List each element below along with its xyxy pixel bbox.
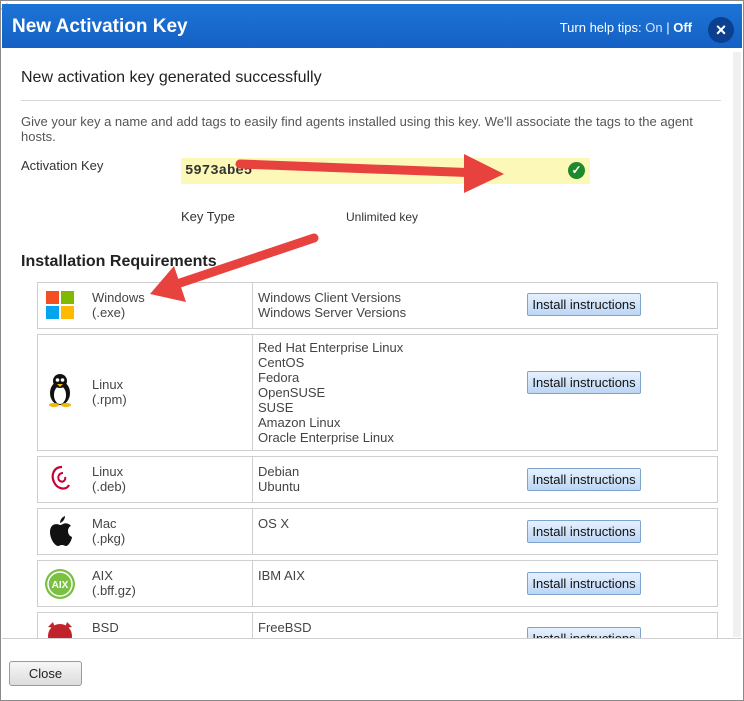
close-icon[interactable]: × [708, 17, 734, 43]
column-divider [252, 457, 253, 502]
success-message: New activation key generated successfull… [21, 69, 322, 86]
description-text: Give your key a name and add tags to eas… [21, 114, 693, 144]
platform-row-aix: AIX AIX (.bff.gz) IBM AIX Install instru… [37, 560, 718, 607]
platform-icon-cell: AIX [38, 561, 88, 606]
platform-icon-cell [38, 613, 88, 638]
platform-icon-cell [38, 457, 88, 502]
install-instructions-button[interactable]: Install instructions [527, 627, 641, 638]
dialog-content: New activation key generated successfull… [2, 48, 742, 638]
platform-name: Mac (.pkg) [92, 516, 126, 546]
activation-key-field[interactable]: 5973abe5 ✓ [181, 158, 590, 184]
platform-icon-cell [38, 509, 88, 554]
platform-name: Linux (.deb) [92, 464, 126, 494]
key-type-value: Unlimited key [346, 210, 419, 224]
install-instructions-button[interactable]: Install instructions [527, 371, 641, 394]
column-divider [252, 613, 253, 638]
install-instructions-button[interactable]: Install instructions [527, 468, 641, 491]
help-tips-label: Turn help tips: [559, 20, 642, 35]
dialog-window: ✥ New Activation Key Turn help tips: On … [0, 0, 744, 701]
activation-key-value: 5973abe5 [185, 163, 253, 179]
platform-name: BSD [92, 620, 119, 635]
column-divider [252, 561, 253, 606]
divider [21, 100, 721, 101]
platform-row-bsd: BSD FreeBSD Install instructions [37, 612, 718, 638]
platform-versions: Debian Ubuntu [258, 464, 300, 494]
bsd-icon [48, 622, 72, 638]
check-icon: ✓ [568, 162, 585, 179]
apple-icon [50, 516, 72, 546]
tux-icon [49, 374, 71, 407]
install-instructions-button[interactable]: Install instructions [527, 293, 641, 316]
platform-versions: OS X [258, 516, 290, 531]
dialog-title: New Activation Key [12, 16, 188, 37]
platform-row-mac: Mac (.pkg) OS X Install instructions [37, 508, 718, 555]
platform-row-linux-deb: Linux (.deb) Debian Ubuntu Install instr… [37, 456, 718, 503]
svg-text:AIX: AIX [52, 580, 69, 591]
platform-name: Linux (.rpm) [92, 377, 127, 407]
activation-key-label: Activation Key [21, 158, 104, 173]
help-tips-toggle: Turn help tips: On | Off [560, 20, 692, 35]
help-tips-on-link[interactable]: On [645, 20, 662, 35]
platform-versions: Windows Client Versions Windows Server V… [258, 290, 407, 320]
platform-versions: IBM AIX [258, 568, 305, 583]
column-divider [252, 335, 253, 450]
help-tips-separator: | [666, 20, 670, 35]
column-divider [252, 509, 253, 554]
requirements-heading: Installation Requirements [21, 253, 217, 270]
key-type-label: Key Type [181, 209, 235, 224]
column-divider [252, 283, 253, 328]
platform-versions: FreeBSD [258, 620, 312, 635]
platform-name: AIX (.bff.gz) [92, 568, 136, 598]
platform-versions: Red Hat Enterprise Linux CentOS Fedora O… [258, 340, 404, 445]
platform-row-windows: Windows (.exe) Windows Client Versions W… [37, 282, 718, 329]
debian-icon [51, 465, 70, 490]
platform-row-linux-rpm: Linux (.rpm) Red Hat Enterprise Linux Ce… [37, 334, 718, 451]
aix-icon: AIX [45, 569, 75, 599]
close-button[interactable]: Close [9, 661, 82, 686]
platform-icon-cell [38, 335, 88, 450]
windows-icon [46, 291, 74, 319]
help-tips-off-link[interactable]: Off [673, 20, 692, 35]
platform-name: Windows (.exe) [92, 290, 145, 320]
dialog-titlebar: New Activation Key Turn help tips: On | … [2, 4, 742, 48]
platform-icon-cell [38, 283, 88, 328]
vertical-scrollbar[interactable] [733, 52, 741, 637]
footer-divider [2, 638, 742, 639]
install-instructions-button[interactable]: Install instructions [527, 572, 641, 595]
install-instructions-button[interactable]: Install instructions [527, 520, 641, 543]
